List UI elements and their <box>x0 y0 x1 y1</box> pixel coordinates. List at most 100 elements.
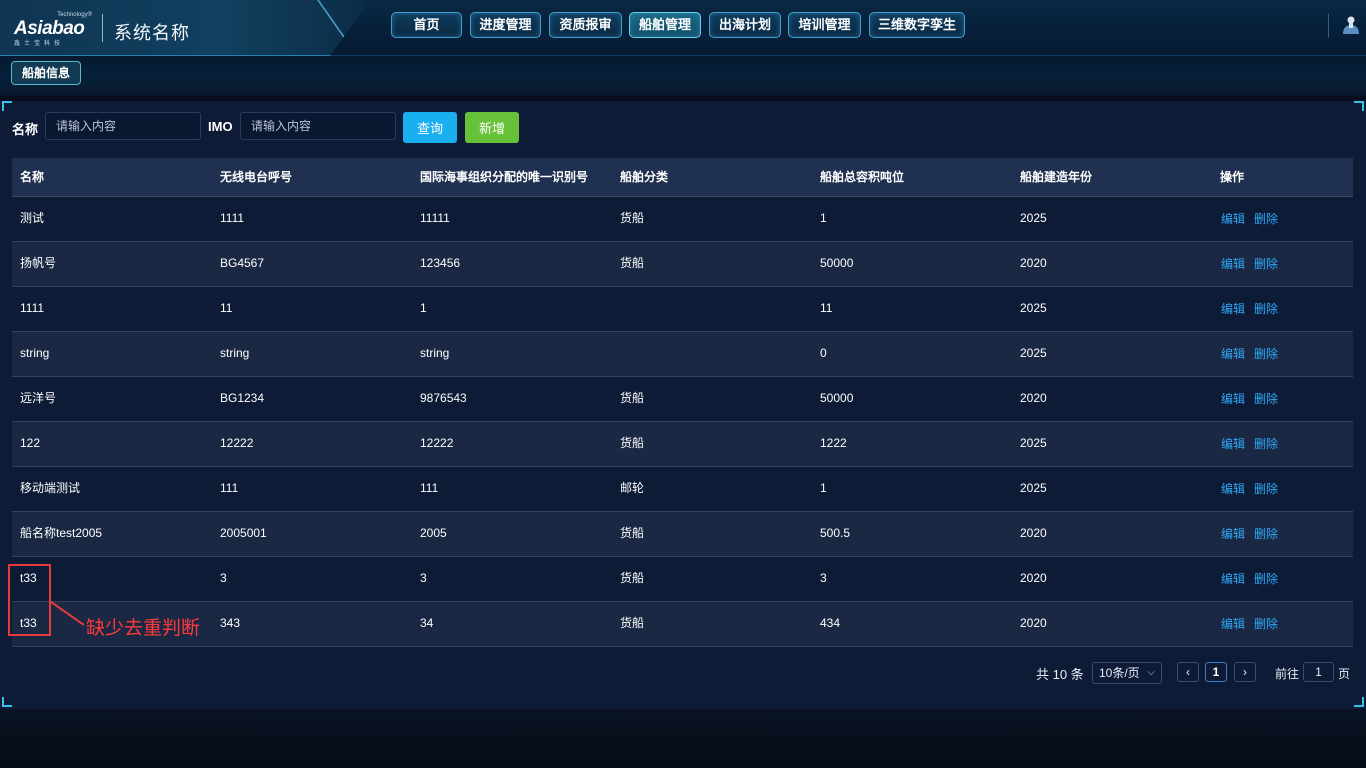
cell-category: 货船 <box>620 391 645 405</box>
cell-call-sign: 3 <box>220 571 227 585</box>
nav-item-home[interactable]: 首页 <box>391 12 462 38</box>
table-row: t33 3 3 货船 3 2020 编辑 删除 <box>12 557 1353 602</box>
cell-imo: 3 <box>420 571 427 585</box>
edit-link[interactable]: 编辑 <box>1221 467 1245 512</box>
table-row: 1111 11 1 11 2025 编辑 删除 <box>12 287 1353 332</box>
cell-build-year: 2020 <box>1020 526 1047 540</box>
table-row: 扬帆号 BG4567 123456 货船 50000 2020 编辑 删除 <box>12 242 1353 287</box>
panel-corner-top-left <box>2 101 12 111</box>
cell-tonnage: 50000 <box>820 391 854 405</box>
edit-link[interactable]: 编辑 <box>1221 422 1245 467</box>
user-icon[interactable] <box>1340 14 1362 36</box>
cell-build-year: 2025 <box>1020 436 1047 450</box>
cell-call-sign: BG1234 <box>220 391 265 405</box>
query-button[interactable]: 查询 <box>403 112 457 143</box>
goto-label: 前往 <box>1275 667 1300 681</box>
edit-link[interactable]: 编辑 <box>1221 197 1245 242</box>
table-row: 移动端测试 111 111 邮轮 1 2025 编辑 删除 <box>12 467 1353 512</box>
delete-link[interactable]: 删除 <box>1254 467 1278 512</box>
edit-link[interactable]: 编辑 <box>1221 602 1245 647</box>
pagination-total: 共 10 条 <box>1036 667 1084 682</box>
edit-link[interactable]: 编辑 <box>1221 287 1245 332</box>
chevron-left-icon: ‹ <box>1186 665 1190 679</box>
delete-link[interactable]: 删除 <box>1254 332 1278 377</box>
cell-build-year: 2025 <box>1020 211 1047 225</box>
delete-link[interactable]: 删除 <box>1254 242 1278 287</box>
nav-item-sea-plan[interactable]: 出海计划 <box>709 12 781 38</box>
annotation-highlight-box <box>8 564 51 636</box>
cell-imo: 34 <box>420 616 434 630</box>
delete-link[interactable]: 删除 <box>1254 512 1278 557</box>
cell-call-sign: 2005001 <box>220 526 267 540</box>
cell-name: 移动端测试 <box>20 481 81 495</box>
edit-link[interactable]: 编辑 <box>1221 512 1245 557</box>
table-row: t33 343 34 货船 434 2020 编辑 删除 <box>12 602 1353 647</box>
edit-link[interactable]: 编辑 <box>1221 557 1245 602</box>
prev-page-button[interactable]: ‹ <box>1177 662 1199 682</box>
table-header: 名称 无线电台呼号 国际海事组织分配的唯一识别号 船舶分类 船舶总容积吨位 船舶… <box>12 158 1353 197</box>
delete-link[interactable]: 删除 <box>1254 197 1278 242</box>
cell-build-year: 2025 <box>1020 301 1047 315</box>
system-name: 系统名称 <box>114 23 190 43</box>
cell-category: 货船 <box>620 256 645 270</box>
name-search-input[interactable] <box>45 112 201 140</box>
cell-name: 122 <box>20 436 41 450</box>
cell-category: 货船 <box>620 436 645 450</box>
delete-link[interactable]: 删除 <box>1254 422 1278 467</box>
page-size-select[interactable]: 10条/页 ⌵ <box>1092 662 1162 684</box>
cell-tonnage: 434 <box>820 616 841 630</box>
cell-build-year: 2020 <box>1020 616 1047 630</box>
cell-call-sign: 11 <box>220 301 233 315</box>
cell-category: 货船 <box>620 526 645 540</box>
column-header-actions: 操作 <box>1220 170 1245 184</box>
column-header-category: 船舶分类 <box>620 170 669 184</box>
delete-link[interactable]: 删除 <box>1254 602 1278 647</box>
cell-category: 货船 <box>620 571 645 585</box>
cell-tonnage: 1 <box>820 211 827 225</box>
table-body: 测试 1111 11111 货船 1 2025 编辑 删除 扬帆号 BG4567 123456 货船 5… <box>12 197 1353 647</box>
panel-corner-bottom-right <box>1354 697 1364 707</box>
cell-imo: 2005 <box>420 526 447 540</box>
next-page-button[interactable]: › <box>1234 662 1256 682</box>
nav-item-training[interactable]: 培训管理 <box>788 12 861 38</box>
delete-link[interactable]: 删除 <box>1254 287 1278 332</box>
header-right-divider <box>1328 14 1329 38</box>
column-header-imo: 国际海事组织分配的唯一识别号 <box>420 170 589 184</box>
goto-page-input[interactable] <box>1303 662 1334 682</box>
chevron-down-icon: ⌵ <box>1147 667 1155 678</box>
nav-item-ship-management[interactable]: 船舶管理 <box>629 12 701 38</box>
edit-link[interactable]: 编辑 <box>1221 377 1245 422</box>
breadcrumb-tag-ship-info[interactable]: 船舶信息 <box>11 61 82 85</box>
table-row: 122 12222 12222 货船 1222 2025 编辑 删除 <box>12 422 1353 467</box>
cell-tonnage: 1222 <box>820 436 847 450</box>
column-header-name: 名称 <box>20 170 45 184</box>
cell-build-year: 2020 <box>1020 256 1047 270</box>
imo-search-input[interactable] <box>240 112 396 140</box>
page-number-current[interactable]: 1 <box>1205 662 1227 682</box>
cell-name: 船名称test2005 <box>20 526 103 540</box>
cell-tonnage: 0 <box>820 346 827 360</box>
cell-build-year: 2025 <box>1020 346 1047 360</box>
bottom-background <box>0 709 1366 768</box>
nav-item-progress[interactable]: 进度管理 <box>470 12 541 38</box>
cell-build-year: 2020 <box>1020 571 1047 585</box>
cell-tonnage: 11 <box>820 301 833 315</box>
logo-divider <box>102 14 103 42</box>
delete-link[interactable]: 删除 <box>1254 557 1278 602</box>
panel-corner-bottom-left <box>2 697 12 707</box>
cell-build-year: 2020 <box>1020 391 1047 405</box>
add-button[interactable]: 新增 <box>465 112 519 143</box>
imo-filter-label: IMO <box>208 119 233 134</box>
edit-link[interactable]: 编辑 <box>1221 332 1245 377</box>
table-row: 远洋号 BG1234 9876543 货船 50000 2020 编辑 删除 <box>12 377 1353 422</box>
cell-name: 扬帆号 <box>20 256 57 270</box>
nav-item-qualification[interactable]: 资质报审 <box>549 12 622 38</box>
name-filter-label: 名称 <box>12 122 39 137</box>
delete-link[interactable]: 删除 <box>1254 377 1278 422</box>
edit-link[interactable]: 编辑 <box>1221 242 1245 287</box>
table-row: string string string 0 2025 编辑 删除 <box>12 332 1353 377</box>
logo-sub-text: 鑫士宝科技 <box>14 41 65 47</box>
page-suffix-label: 页 <box>1338 667 1351 681</box>
cell-name: string <box>20 346 50 360</box>
nav-item-digital-twin[interactable]: 三维数字孪生 <box>869 12 965 38</box>
